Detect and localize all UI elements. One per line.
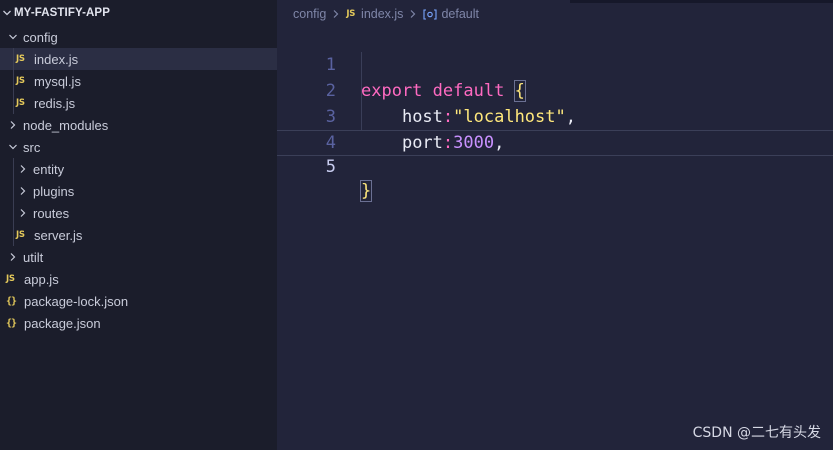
tree-folder-src[interactable]: src bbox=[0, 136, 277, 158]
chevron-down-icon bbox=[6, 30, 20, 44]
tree-item-label: routes bbox=[33, 205, 70, 221]
tree-file-server-js[interactable]: JS server.js bbox=[0, 224, 277, 246]
tree-indent-guide bbox=[13, 70, 14, 92]
tree-item-label: package-lock.json bbox=[24, 293, 129, 309]
tree-file-app-js[interactable]: JS app.js bbox=[0, 268, 277, 290]
js-file-icon: JS bbox=[16, 98, 25, 108]
tree-folder-routes[interactable]: routes bbox=[0, 202, 277, 224]
close-brace: } bbox=[359, 180, 373, 202]
code-line-5[interactable]: 5 } bbox=[277, 130, 833, 202]
tree-indent-guide bbox=[13, 202, 14, 224]
tree-indent-guide bbox=[13, 224, 14, 246]
tree-indent-guide bbox=[13, 158, 14, 180]
editor-pane: config JS index.js default 1 export defa… bbox=[277, 0, 833, 450]
vscode-window: MY-FASTIFY-APP config JS index.js JS mysql.j… bbox=[0, 0, 833, 450]
breadcrumb-folder[interactable]: config bbox=[293, 7, 326, 21]
chevron-right-icon bbox=[16, 184, 30, 198]
js-file-icon: JS bbox=[16, 54, 25, 64]
tree-item-label: src bbox=[23, 139, 41, 155]
tree-item-label: plugins bbox=[33, 183, 75, 199]
js-file-icon: JS bbox=[16, 230, 25, 240]
code-line-2[interactable]: 2 host:"localhost", bbox=[277, 52, 833, 127]
tree-indent-guide bbox=[13, 92, 14, 114]
tab-bar-strip bbox=[570, 0, 833, 3]
tree-file-package-json[interactable]: {} package.json bbox=[0, 312, 277, 334]
chevron-right-icon bbox=[332, 9, 340, 19]
tree-folder-utilt[interactable]: utilt bbox=[0, 246, 277, 268]
code-line-1[interactable]: 1 export default { bbox=[277, 26, 833, 102]
chevron-right-icon bbox=[409, 9, 417, 19]
breadcrumb-file[interactable]: index.js bbox=[361, 7, 403, 21]
chevron-down-icon bbox=[3, 10, 11, 16]
tree-item-label: entity bbox=[33, 161, 65, 177]
tree-file-redis-js[interactable]: JS redis.js bbox=[0, 92, 277, 114]
code-area[interactable]: 1 export default { 2 host:"localhost", 3… bbox=[277, 26, 833, 202]
chevron-down-icon bbox=[6, 140, 20, 154]
chevron-right-icon bbox=[16, 206, 30, 220]
tree-file-mysql-js[interactable]: JS mysql.js bbox=[0, 70, 277, 92]
tree-item-label: utilt bbox=[23, 249, 44, 265]
tree-file-package-lock-json[interactable]: {} package-lock.json bbox=[0, 290, 277, 312]
project-title: MY-FASTIFY-APP bbox=[14, 7, 110, 19]
code-line-4[interactable]: 4 bbox=[277, 104, 833, 153]
tree-folder-entity[interactable]: entity bbox=[0, 158, 277, 180]
explorer-sidebar: MY-FASTIFY-APP config JS index.js JS mysql.j… bbox=[0, 0, 277, 450]
chevron-right-icon bbox=[16, 162, 30, 176]
line-number: 5 bbox=[325, 157, 336, 177]
breadcrumb-symbol[interactable]: default bbox=[441, 7, 479, 21]
tree-item-label: config bbox=[23, 29, 58, 45]
tree-item-label: node_modules bbox=[23, 117, 109, 133]
watermark: CSDN @二七有头发 bbox=[692, 425, 821, 441]
tree-item-label: redis.js bbox=[34, 95, 76, 111]
tree-indent-guide bbox=[13, 180, 14, 202]
js-file-icon: JS bbox=[6, 274, 15, 284]
tree-item-label: package.json bbox=[24, 315, 101, 331]
json-file-icon: {} bbox=[6, 317, 17, 329]
tree-indent-guide bbox=[13, 48, 14, 70]
json-file-icon: {} bbox=[6, 295, 17, 307]
tree-file-index-js[interactable]: JS index.js bbox=[0, 48, 277, 70]
tree-folder-node-modules[interactable]: node_modules bbox=[0, 114, 277, 136]
breadcrumb: config JS index.js default bbox=[277, 0, 833, 28]
symbol-variable-icon bbox=[423, 8, 437, 20]
tree-folder-plugins[interactable]: plugins bbox=[0, 180, 277, 202]
explorer-project-header[interactable]: MY-FASTIFY-APP bbox=[0, 0, 277, 26]
tree-item-label: index.js bbox=[34, 51, 79, 67]
chevron-right-icon bbox=[6, 118, 20, 132]
code-line-3[interactable]: 3 port:3000, bbox=[277, 78, 833, 153]
js-file-icon: JS bbox=[346, 9, 356, 19]
file-tree: config JS index.js JS mysql.js JS redis.js node… bbox=[0, 26, 277, 334]
tree-folder-config[interactable]: config bbox=[0, 26, 277, 48]
js-file-icon: JS bbox=[16, 76, 25, 86]
tree-item-label: mysql.js bbox=[34, 73, 81, 89]
tree-item-label: app.js bbox=[24, 271, 59, 287]
tree-item-label: server.js bbox=[34, 227, 83, 243]
chevron-right-icon bbox=[6, 250, 20, 264]
